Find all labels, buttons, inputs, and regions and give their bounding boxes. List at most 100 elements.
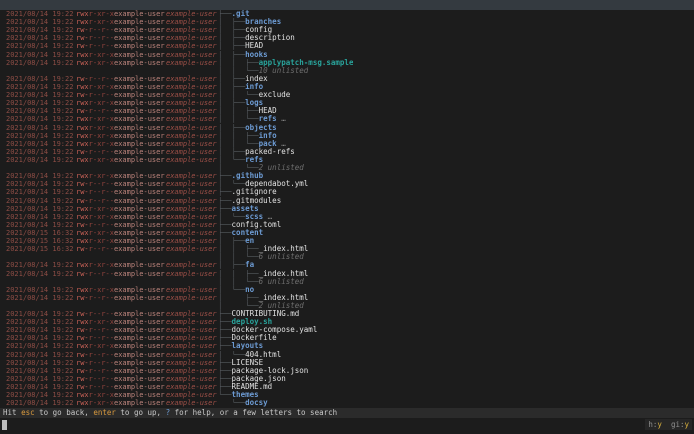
tree-row[interactable]: 2021/08/14 19:22 rw-r--r-- example-user exa… — [0, 270, 694, 278]
tree-row[interactable]: 2021/08/14 19:22 rwxr-xr-x example-user exa… — [0, 83, 694, 91]
tree-row[interactable]: 2021/08/14 19:22 rwxr-xr-x example-user exa… — [0, 115, 694, 123]
tree-row[interactable]: 2021/08/14 19:22 rwxr-xr-x example-user exa… — [0, 318, 694, 326]
tree-row[interactable]: 2021/08/14 19:22 rw-r--r-- example-user exa… — [0, 42, 694, 50]
tree-row[interactable]: │ │ └──10 unlisted — [0, 67, 694, 75]
tree-node-name[interactable]: dependabot.yml — [245, 180, 308, 188]
tree-node-name[interactable]: package.json — [232, 375, 286, 383]
tree-branch-lines: │ │ └── — [218, 253, 259, 262]
tree-node-name[interactable]: .gitignore — [232, 188, 277, 196]
file-permissions: rwxr-xr-x — [76, 391, 114, 400]
tree-node-name[interactable]: packed-refs — [245, 148, 295, 156]
tree-branch-lines: │ └── — [218, 155, 246, 164]
tree-node-name[interactable]: config.toml — [232, 221, 282, 229]
tree-node-name[interactable]: _index.html — [259, 245, 309, 253]
tree-node-name[interactable]: logs — [245, 99, 263, 107]
tree-node-name[interactable]: applypatch-msg.sample — [259, 59, 354, 67]
tree-row[interactable]: 2021/08/14 19:22 rw-r--r-- example-user exa… — [0, 359, 694, 367]
tree-row[interactable]: 2021/08/14 19:22 rwxr-xr-x example-user exa… — [0, 399, 694, 407]
tree-row[interactable]: 2021/08/14 19:22 rwxr-xr-x example-user exa… — [0, 124, 694, 132]
tree-row[interactable]: 2021/08/14 19:22 rwxr-xr-x example-user exa… — [0, 342, 694, 350]
tree-row[interactable]: 2021/08/14 19:22 rwxr-xr-x example-user exa… — [0, 391, 694, 399]
tree-row[interactable]: 2021/08/14 19:22 rwxr-xr-x example-user exa… — [0, 18, 694, 26]
tree-node-name[interactable]: refs — [245, 156, 263, 164]
tree-node-name[interactable]: HEAD — [245, 42, 263, 50]
tree-row[interactable]: 2021/08/14 19:22 rw-r--r-- example-user exa… — [0, 75, 694, 83]
tree-row[interactable]: 2021/08/14 19:22 rw-r--r-- example-user exa… — [0, 91, 694, 99]
tree-row[interactable]: 2021/08/14 19:22 rw-r--r-- example-user exa… — [0, 294, 694, 302]
tree-node-name[interactable]: deploy.sh — [232, 318, 273, 326]
tree-row[interactable]: 2021/08/14 19:22 rw-r--r-- example-user exa… — [0, 221, 694, 229]
tree-row[interactable]: 2021/08/15 16:32 rw-r--r-- example-user exa… — [0, 245, 694, 253]
tree-row[interactable]: 2021/08/14 19:22 rw-r--r-- example-user exa… — [0, 310, 694, 318]
tree-node-name[interactable]: en — [245, 237, 254, 245]
tree-row[interactable]: │ └──2 unlisted — [0, 302, 694, 310]
tree-row[interactable]: │ │ └──6 unlisted — [0, 253, 694, 261]
tree-node-name[interactable]: _index.html — [259, 294, 309, 302]
tree-node-name[interactable]: .github — [232, 172, 264, 180]
tree-row[interactable]: 2021/08/14 19:22 rwxr-xr-x example-user exa… — [0, 10, 694, 18]
tree-node-name[interactable]: README.md — [232, 383, 273, 391]
tree-node-name[interactable]: Dockerfile — [232, 334, 277, 342]
tree-node-name[interactable]: info — [259, 132, 277, 140]
broot-terminal[interactable]: /home/example-user/docsy-example 2021/08… — [0, 0, 694, 434]
tree-node-name[interactable]: LICENSE — [232, 359, 264, 367]
tree-node-name[interactable]: themes — [232, 391, 259, 399]
tree-row[interactable]: 2021/08/14 19:22 rwxr-xr-x example-user exa… — [0, 205, 694, 213]
tree-row[interactable]: 2021/08/14 19:22 rw-r--r-- example-user exa… — [0, 148, 694, 156]
file-permissions: rw-r--r-- — [76, 196, 114, 205]
tree-row[interactable]: 2021/08/14 19:22 rw-r--r-- example-user exa… — [0, 367, 694, 375]
tree-node-name[interactable]: 404.html — [245, 351, 281, 359]
tree-row[interactable]: 2021/08/14 19:22 rw-r--r-- example-user exa… — [0, 188, 694, 196]
tree-row[interactable]: 2021/08/14 19:22 rw-r--r-- example-user exa… — [0, 375, 694, 383]
tree-node-name[interactable]: .git — [232, 10, 250, 18]
tree-row[interactable]: 2021/08/14 19:22 rwxr-xr-x example-user exa… — [0, 140, 694, 148]
tree-row[interactable]: 2021/08/14 19:22 rwxr-xr-x example-user exa… — [0, 213, 694, 221]
tree-row[interactable]: 2021/08/14 19:22 rwxr-xr-x example-user exa… — [0, 59, 694, 67]
tree-row[interactable]: 2021/08/14 19:22 rwxr-xr-x example-user exa… — [0, 172, 694, 180]
tree-row[interactable]: 2021/08/14 19:22 rwxr-xr-x example-user exa… — [0, 51, 694, 59]
tree-node-name[interactable]: .gitmodules — [232, 197, 282, 205]
tree-node-name[interactable]: branches — [245, 18, 281, 26]
tree-row[interactable]: 2021/08/14 19:22 rwxr-xr-x example-user exa… — [0, 286, 694, 294]
tree-row[interactable]: │ │ └──6 unlisted — [0, 278, 694, 286]
tree-row[interactable]: 2021/08/14 19:22 rw-r--r-- example-user exa… — [0, 351, 694, 359]
tree-row[interactable]: 2021/08/14 19:22 rwxr-xr-x example-user exa… — [0, 99, 694, 107]
tree-row[interactable]: │ └──2 unlisted — [0, 164, 694, 172]
tree-node-name[interactable]: hooks — [245, 51, 268, 59]
tree-node-name[interactable]: CONTRIBUTING.md — [232, 310, 300, 318]
tree-row[interactable]: 2021/08/14 19:22 rw-r--r-- example-user exa… — [0, 34, 694, 42]
tree-node-name[interactable]: layouts — [232, 342, 264, 350]
tree-node-name[interactable]: scss — [245, 213, 263, 221]
tree-node-name[interactable]: content — [232, 229, 264, 237]
tree-row[interactable]: 2021/08/14 19:22 rw-r--r-- example-user exa… — [0, 26, 694, 34]
tree-row[interactable]: 2021/08/14 19:22 rwxr-xr-x example-user exa… — [0, 261, 694, 269]
tree-node-name[interactable]: docsy — [245, 399, 268, 407]
tree-node-name[interactable]: exclude — [259, 91, 291, 99]
tree-node-name[interactable]: no — [245, 286, 254, 294]
tree-node-name[interactable]: docker-compose.yaml — [232, 326, 318, 334]
search-input-line[interactable]: h:y gi:y — [0, 418, 694, 434]
tree-row[interactable]: 2021/08/14 19:22 rwxr-xr-x example-user exa… — [0, 132, 694, 140]
tree-row[interactable]: 2021/08/14 19:22 rw-r--r-- example-user exa… — [0, 107, 694, 115]
tree-row[interactable]: 2021/08/14 19:22 rwxr-xr-x example-user exa… — [0, 156, 694, 164]
tree-row[interactable]: 2021/08/14 19:22 rw-r--r-- example-user exa… — [0, 180, 694, 188]
tree-row[interactable]: 2021/08/14 19:22 rw-r--r-- example-user exa… — [0, 326, 694, 334]
file-owner: example-user — [114, 399, 165, 408]
tree-node-name[interactable]: fa — [245, 261, 254, 269]
tree-row[interactable]: 2021/08/14 19:22 rw-r--r-- example-user exa… — [0, 334, 694, 342]
tree-node-name[interactable]: info — [245, 83, 263, 91]
tree-node-name[interactable]: package-lock.json — [232, 367, 309, 375]
tree-row[interactable]: 2021/08/15 16:32 rwxr-xr-x example-user exa… — [0, 229, 694, 237]
tree-row[interactable]: 2021/08/14 19:22 rw-r--r-- example-user exa… — [0, 383, 694, 391]
tree-node-name[interactable]: index — [245, 75, 268, 83]
tree-node-name[interactable]: assets — [232, 205, 259, 213]
tree-row[interactable]: 2021/08/15 16:32 rwxr-xr-x example-user exa… — [0, 237, 694, 245]
tree-node-name[interactable]: description — [245, 34, 295, 42]
tree-node-name[interactable]: _index.html — [259, 270, 309, 278]
tree-node-name[interactable]: HEAD — [259, 107, 277, 115]
tree-row[interactable]: 2021/08/14 19:22 rw-r--r-- example-user exa… — [0, 197, 694, 205]
tree-node-name[interactable]: pack — [259, 140, 277, 148]
tree-node-name[interactable]: objects — [245, 124, 277, 132]
tree-node-name[interactable]: config — [245, 26, 272, 34]
tree-node-name[interactable]: refs — [259, 115, 277, 123]
